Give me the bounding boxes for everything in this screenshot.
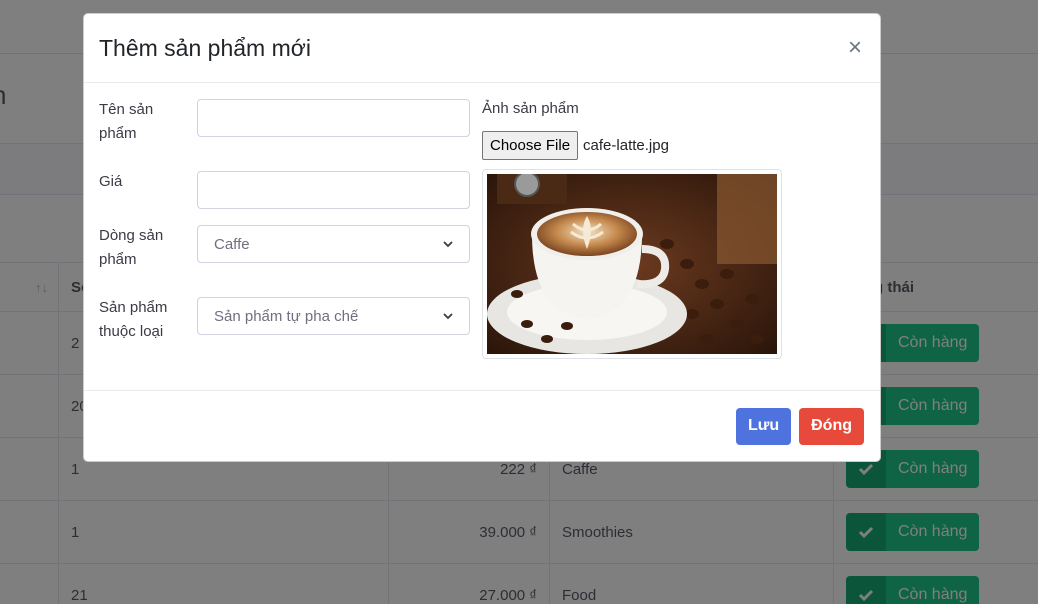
product-image-label: Ảnh sản phẩm <box>482 100 579 117</box>
file-name: cafe-latte.jpg <box>583 137 669 154</box>
product-line-label: Dòng sản phẩm <box>99 227 164 268</box>
modal-body: Tên sản phẩm Giá Dòng sản phẩm Caffe Sản… <box>84 83 880 393</box>
product-name-label: Tên sản phẩm <box>99 101 154 142</box>
chevron-down-icon <box>443 311 453 321</box>
chevron-down-icon <box>443 239 453 249</box>
product-type-select[interactable]: Sản phẩm tự pha chế <box>197 297 470 335</box>
add-product-modal: Thêm sản phẩm mới × Tên sản phẩm Giá Dòn… <box>83 13 881 462</box>
product-name-input[interactable] <box>197 99 470 137</box>
choose-file-button[interactable]: Choose File <box>482 131 579 160</box>
price-label: Giá <box>99 173 123 190</box>
price-input[interactable] <box>197 171 470 209</box>
product-type-label: Sản phẩm thuộc loại <box>99 299 168 340</box>
close-button[interactable]: Đóng <box>799 407 864 445</box>
close-icon[interactable]: × <box>845 36 865 60</box>
save-button[interactable]: Lưu <box>735 407 792 445</box>
modal-header: Thêm sản phẩm mới × <box>84 14 880 83</box>
file-input: Choose File cafe-latte.jpg <box>482 131 669 160</box>
modal-title: Thêm sản phẩm mới <box>99 34 311 61</box>
product-line-selected: Caffe <box>214 235 250 253</box>
latte-image <box>487 174 777 354</box>
product-type-selected: Sản phẩm tự pha chế <box>214 307 359 325</box>
product-line-select[interactable]: Caffe <box>197 225 470 263</box>
modal-footer: Lưu Đóng <box>84 390 880 461</box>
product-image-preview <box>482 169 782 359</box>
